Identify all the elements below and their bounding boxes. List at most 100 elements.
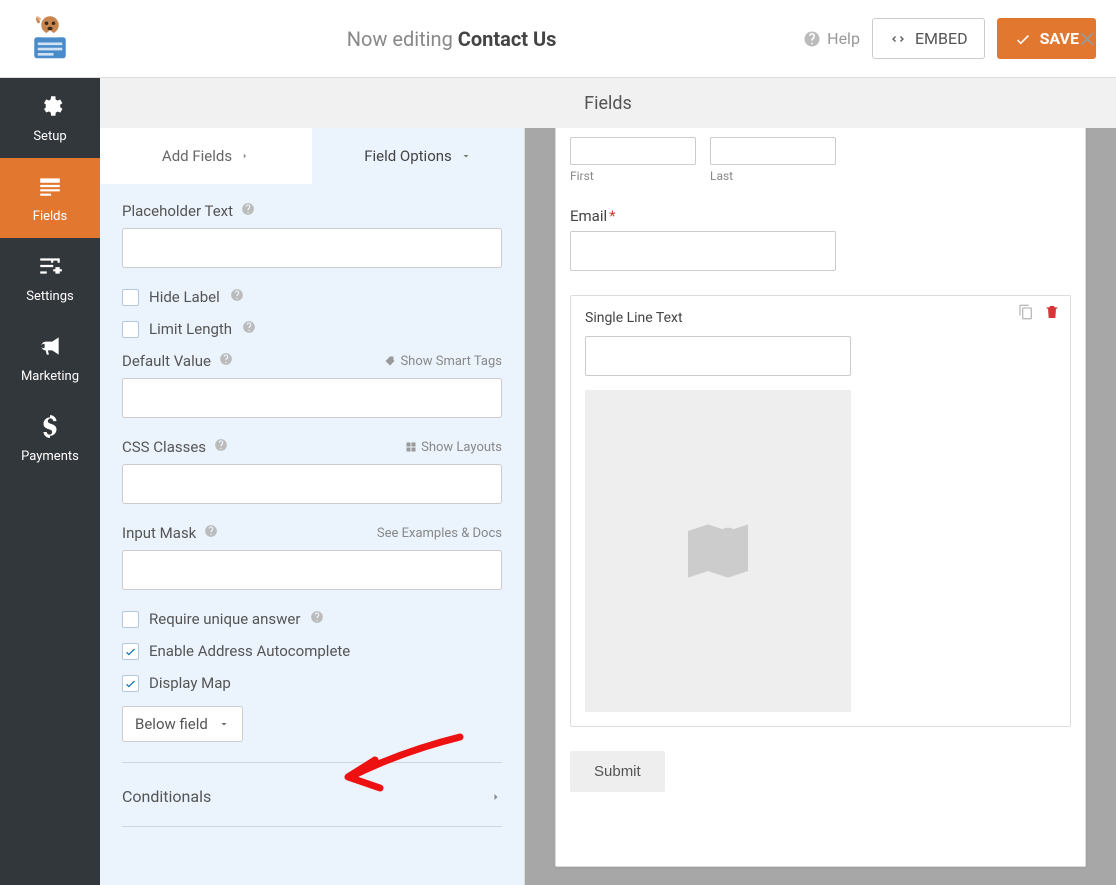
conditionals-label: Conditionals [122,787,211,806]
single-line-text-input[interactable] [585,336,851,376]
tab-field-options[interactable]: Field Options [312,128,524,184]
close-button[interactable] [1058,0,1116,78]
tab-label: Add Fields [162,147,232,165]
duplicate-button[interactable] [1018,304,1034,324]
last-name-input[interactable] [710,137,836,165]
chevron-down-icon [460,150,472,162]
header-title: Now editing Contact Us [100,27,803,51]
help-icon [803,30,821,48]
sliders-icon [37,253,63,283]
help-icon[interactable] [214,438,228,456]
help-icon[interactable] [230,288,244,306]
form-name: Contact Us [458,27,557,51]
require-unique-label: Require unique answer [149,610,300,628]
close-icon [1076,28,1098,50]
help-icon[interactable] [241,202,255,220]
first-name-input[interactable] [570,137,696,165]
default-value-label: Default Value [122,352,211,370]
enable-address-checkbox[interactable] [122,643,139,660]
columns: Add Fields Field Options Placeholder Tex… [100,128,1116,885]
email-label: Email [570,207,607,225]
default-value-input[interactable] [122,378,502,418]
row-hide-label[interactable]: Hide Label [122,288,502,306]
chevron-right-icon [240,151,250,161]
main-area: Setup Fields Settings Marketing Payments… [0,78,1116,885]
first-sublabel: First [570,169,696,183]
option-body: Placeholder Text Hide Label Limit [100,184,524,885]
tag-icon [384,355,396,367]
form-icon [37,173,63,203]
conditionals-row[interactable]: Conditionals [122,783,502,816]
tab-add-fields[interactable]: Add Fields [100,128,312,184]
sidebar-item-payments[interactable]: Payments [0,398,100,478]
tab-label: Field Options [364,147,452,165]
embed-button[interactable]: EMBED [872,18,985,59]
placeholder-text-label: Placeholder Text [122,202,233,220]
show-smart-tags-link[interactable]: Show Smart Tags [384,354,502,369]
help-icon[interactable] [219,352,233,370]
row-css-classes: CSS Classes Show Layouts [122,438,502,504]
help-icon[interactable] [310,610,324,628]
row-require-unique[interactable]: Require unique answer [122,610,502,628]
app-logo [0,0,100,78]
enable-address-label: Enable Address Autocomplete [149,642,350,660]
copy-icon [1018,304,1034,320]
css-classes-input[interactable] [122,464,502,504]
section-divider [122,826,502,827]
submit-label: Submit [594,763,641,780]
row-enable-address[interactable]: Enable Address Autocomplete [122,642,502,660]
selected-field-block[interactable]: Single Line Text [570,295,1071,727]
name-field-row: First Last [570,137,1071,183]
row-display-map[interactable]: Display Map [122,674,502,692]
show-layouts-link[interactable]: Show Layouts [405,440,502,455]
limit-length-label: Limit Length [149,320,232,338]
submit-button[interactable]: Submit [570,751,665,792]
section-divider [122,762,502,763]
help-icon[interactable] [204,524,218,542]
sidebar-label: Marketing [21,369,79,384]
single-line-text-label: Single Line Text [585,310,1056,326]
see-examples-link[interactable]: See Examples & Docs [377,526,502,541]
sidebar-label: Payments [21,449,79,464]
chevron-right-icon [490,791,502,803]
sidebar-item-settings[interactable]: Settings [0,238,100,318]
limit-length-checkbox[interactable] [122,321,139,338]
row-placeholder-text: Placeholder Text [122,202,502,268]
row-limit-length[interactable]: Limit Length [122,320,502,338]
work-area: Fields Add Fields Field Options [100,78,1116,885]
bullhorn-icon [37,333,63,363]
email-input[interactable] [570,231,836,271]
left-sidebar: Setup Fields Settings Marketing Payments [0,78,100,885]
hide-label-checkbox[interactable] [122,289,139,306]
sidebar-label: Fields [33,209,67,224]
placeholder-text-input[interactable] [122,228,502,268]
sidebar-item-marketing[interactable]: Marketing [0,318,100,398]
css-classes-label: CSS Classes [122,438,206,456]
sidebar-label: Setup [33,129,66,144]
help-icon[interactable] [242,320,256,338]
gear-icon [37,93,63,123]
chevron-down-icon [218,718,230,730]
field-tools [1018,304,1060,324]
code-icon [889,30,907,48]
area-title: Fields [100,78,1116,128]
trash-icon [1044,304,1060,320]
grid-icon [405,441,417,453]
dollar-icon [37,413,63,443]
option-tabs: Add Fields Field Options [100,128,524,184]
sidebar-item-setup[interactable]: Setup [0,78,100,158]
require-unique-checkbox[interactable] [122,611,139,628]
hide-label-label: Hide Label [149,288,220,306]
delete-button[interactable] [1044,304,1060,324]
preview-panel: First Last Email * [525,128,1116,885]
sidebar-item-fields[interactable]: Fields [0,158,100,238]
embed-label: EMBED [915,29,968,48]
email-label-row: Email * [570,207,1071,225]
map-position-select[interactable]: Below field [122,706,243,742]
help-label: Help [827,29,860,48]
input-mask-input[interactable] [122,550,502,590]
last-sublabel: Last [710,169,836,183]
help-link[interactable]: Help [803,29,860,48]
required-star: * [609,207,615,225]
display-map-checkbox[interactable] [122,675,139,692]
